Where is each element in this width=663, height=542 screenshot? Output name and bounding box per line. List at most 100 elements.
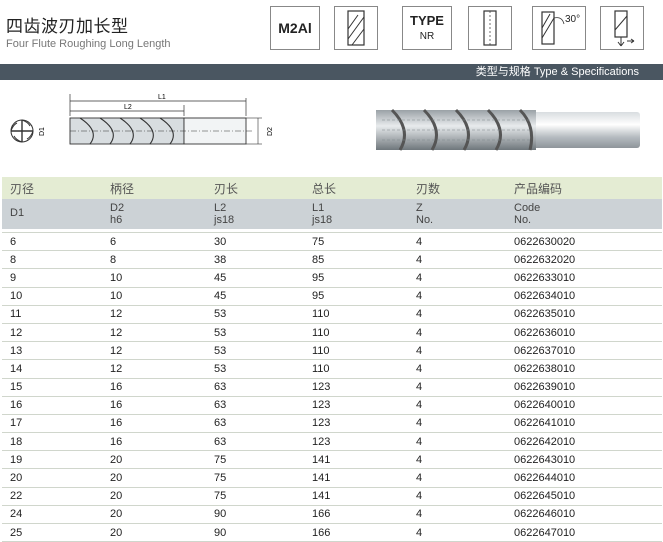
table-row: 18 16 63 123 4 0622642010 xyxy=(2,432,662,452)
helix-angle-label: 30° xyxy=(565,14,580,25)
header-en-cell: L2 js18 xyxy=(206,199,304,229)
table-cell: 0622632020 xyxy=(506,250,662,270)
table-cell: 0622641010 xyxy=(506,414,662,434)
header-cn-cell: 总长 xyxy=(304,177,408,199)
header-en-sub: No. xyxy=(416,213,434,226)
table-cell: 16 xyxy=(102,396,206,415)
table-cell: 110 xyxy=(304,359,408,379)
table-cell: 4 xyxy=(408,396,506,415)
table-cell: 4 xyxy=(408,450,506,470)
table-cell: 0622630020 xyxy=(506,232,662,252)
table-cell: 4 xyxy=(408,287,506,306)
table-cell: 4 xyxy=(408,468,506,488)
table-cell: 110 xyxy=(304,305,408,324)
table-cell: 0622647010 xyxy=(506,523,662,542)
table-cell: 16 xyxy=(102,432,206,452)
table-cell: 0622638010 xyxy=(506,359,662,379)
table-row: 14 12 53 110 4 0622638010 xyxy=(2,359,662,379)
table-cell: 12 xyxy=(102,305,206,324)
table-cell: 10 xyxy=(102,287,206,306)
table-cell: 15 xyxy=(2,378,102,397)
table-cell: 4 xyxy=(408,378,506,397)
table-cell: 63 xyxy=(206,414,304,434)
material-badge: M2Al xyxy=(270,6,320,50)
table-cell: 9 xyxy=(2,268,102,288)
table-cell: 110 xyxy=(304,323,408,343)
header-en-cell: D2 h6 xyxy=(102,199,206,229)
table-header-cn: 刃径 柄径 刃长 总长 刃数 产品编码 xyxy=(2,177,662,199)
table-cell: 0622635010 xyxy=(506,305,662,324)
table-cell: 123 xyxy=(304,378,408,397)
spec-table: 刃径 柄径 刃长 总长 刃数 产品编码 D1 D2 h6 L2 js18 L1 js1… xyxy=(2,177,662,542)
table-cell: 20 xyxy=(102,468,206,488)
table-cell: 12 xyxy=(2,323,102,343)
type-label: TYPE xyxy=(410,13,444,28)
table-cell: 12 xyxy=(102,359,206,379)
header-cn-cell: 产品编码 xyxy=(506,177,662,199)
table-cell: 4 xyxy=(408,414,506,434)
header-en-main: Code xyxy=(514,201,541,214)
table-row: 10 10 45 95 4 0622634010 xyxy=(2,287,662,306)
table-cell: 0622633010 xyxy=(506,268,662,288)
table-cell: 95 xyxy=(304,268,408,288)
table-cell: 4 xyxy=(408,250,506,270)
table-header-en: D1 D2 h6 L2 js18 L1 js18 Z No. Code No. xyxy=(2,199,662,229)
table-cell: 90 xyxy=(206,523,304,542)
table-cell: 110 xyxy=(304,341,408,361)
shank-cylinder-icon xyxy=(468,6,512,50)
l2-label: L2 xyxy=(124,104,132,111)
table-cell: 63 xyxy=(206,432,304,452)
table-cell: 8 xyxy=(2,250,102,270)
table-row: 12 12 53 110 4 0622636010 xyxy=(2,323,662,343)
table-cell: 25 xyxy=(2,523,102,542)
table-cell: 75 xyxy=(206,468,304,488)
table-cell: 4 xyxy=(408,359,506,379)
table-cell: 63 xyxy=(206,396,304,415)
d1-label: D1 xyxy=(39,127,46,136)
header-en-sub: No. xyxy=(514,213,532,226)
table-cell: 0622636010 xyxy=(506,323,662,343)
table-cell: 0622637010 xyxy=(506,341,662,361)
table-cell: 4 xyxy=(408,232,506,252)
header-en-main: L2 xyxy=(214,201,227,214)
table-cell: 22 xyxy=(2,487,102,506)
table-cell: 0622645010 xyxy=(506,487,662,506)
table-cell: 19 xyxy=(2,450,102,470)
header-en-sub: js18 xyxy=(214,213,235,226)
table-cell: 14 xyxy=(2,359,102,379)
table-cell: 6 xyxy=(2,232,102,252)
table-cell: 45 xyxy=(206,268,304,288)
table-cell: 141 xyxy=(304,468,408,488)
header-en-cell: Z No. xyxy=(408,199,506,229)
end-view-icon xyxy=(10,119,34,143)
table-row: 9 10 45 95 4 0622633010 xyxy=(2,268,662,288)
d2-label: D2 xyxy=(267,127,274,136)
l1-label: L1 xyxy=(158,94,166,101)
table-row: 24 20 90 166 4 0622646010 xyxy=(2,505,662,525)
table-cell: 4 xyxy=(408,432,506,452)
type-value: NR xyxy=(419,31,435,42)
table-cell: 11 xyxy=(2,305,102,324)
table-row: 25 20 90 166 4 0622647010 xyxy=(2,523,662,542)
table-cell: 75 xyxy=(206,450,304,470)
table-cell: 4 xyxy=(408,523,506,542)
table-cell: 63 xyxy=(206,378,304,397)
table-cell: 6 xyxy=(102,232,206,252)
table-cell: 12 xyxy=(102,323,206,343)
table-cell: 0622646010 xyxy=(506,505,662,525)
table-cell: 123 xyxy=(304,396,408,415)
center-cutting-icon xyxy=(600,6,644,50)
table-cell: 38 xyxy=(206,250,304,270)
table-row: 8 8 38 85 4 0622632020 xyxy=(2,250,662,270)
table-cell: 18 xyxy=(2,432,102,452)
table-cell: 141 xyxy=(304,487,408,506)
table-cell: 16 xyxy=(102,414,206,434)
table-cell: 53 xyxy=(206,305,304,324)
type-badge: TYPE NR xyxy=(402,6,452,50)
table-cell: 90 xyxy=(206,505,304,525)
table-cell: 4 xyxy=(408,505,506,525)
spiral-flute-icon xyxy=(334,6,378,50)
table-cell: 166 xyxy=(304,523,408,542)
table-cell: 53 xyxy=(206,341,304,361)
header-en-main: L1 xyxy=(312,201,325,214)
